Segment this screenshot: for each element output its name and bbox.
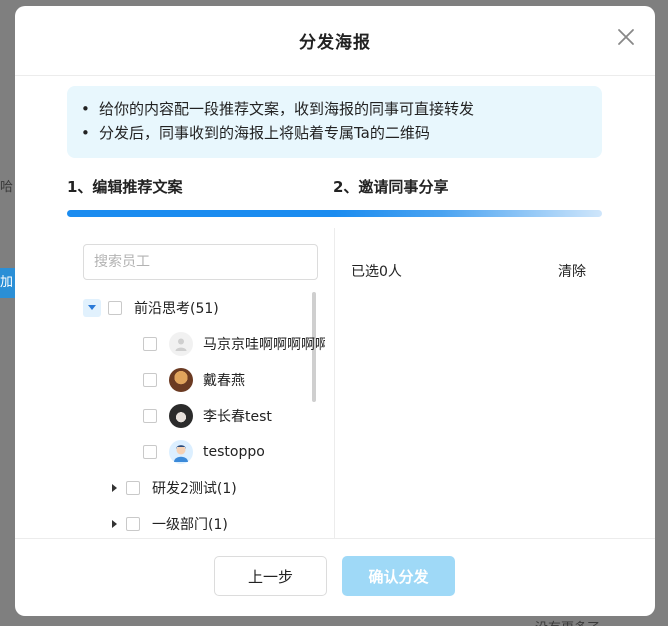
step-2-label: 2、邀请同事分享	[333, 178, 449, 196]
dept-checkbox[interactable]	[126, 517, 140, 531]
prev-step-button[interactable]: 上一步	[214, 556, 327, 596]
tree-dept-root[interactable]: 前沿思考(51)	[83, 296, 219, 320]
modal-header: 分发海报	[15, 6, 655, 76]
member-checkbox[interactable]	[143, 409, 157, 423]
tips-box: • 给你的内容配一段推荐文案，收到海报的同事可直接转发 • 分发后，同事收到的海报上…	[67, 86, 602, 158]
modal-title: 分发海报	[299, 33, 371, 53]
tree-member[interactable]: testoppo	[143, 440, 265, 464]
step-1-label: 1、编辑推荐文案	[67, 178, 183, 196]
caret-right-icon[interactable]	[105, 479, 123, 497]
selected-panel: 已选0人 清除	[335, 228, 602, 538]
dept-checkbox[interactable]	[126, 481, 140, 495]
member-checkbox[interactable]	[143, 445, 157, 459]
tree-member[interactable]: 马京京哇啊啊啊啊啊	[143, 332, 325, 356]
tip-item: • 给你的内容配一段推荐文案，收到海报的同事可直接转发	[81, 100, 475, 118]
distribute-poster-modal: 分发海报 • 给你的内容配一段推荐文案，收到海报的同事可直接转发 • 分发后，同事收…	[15, 6, 655, 616]
bg-fragment-text: 哈	[0, 180, 14, 195]
tree-member[interactable]: 戴春燕	[143, 368, 245, 392]
close-icon	[618, 29, 634, 45]
avatar	[169, 368, 193, 392]
dept-label: 前沿思考(51)	[134, 301, 219, 317]
clear-button[interactable]: 清除	[558, 261, 586, 281]
member-checkbox[interactable]	[143, 337, 157, 351]
tree-dept[interactable]: 一级部门(1)	[105, 512, 228, 536]
search-employee-input[interactable]	[83, 244, 318, 280]
modal-footer: 上一步 确认分发	[15, 538, 655, 616]
tip-item: • 分发后，同事收到的海报上将贴着专属Ta的二维码	[81, 124, 430, 142]
step-progress-bar	[67, 210, 602, 217]
tree-dept[interactable]: 研发2测试(1)	[105, 476, 237, 500]
member-name: 戴春燕	[203, 373, 245, 389]
caret-down-icon[interactable]	[83, 299, 101, 317]
dept-checkbox[interactable]	[108, 301, 122, 315]
tree-member[interactable]: 李长春test	[143, 404, 272, 428]
dept-label: 一级部门(1)	[152, 517, 228, 533]
member-name: testoppo	[203, 444, 265, 460]
avatar	[169, 440, 193, 464]
bg-fragment-button: 加	[0, 268, 16, 298]
selected-count: 已选0人	[351, 264, 402, 280]
bg-fragment-bottom: 没有更多了	[535, 617, 600, 626]
member-checkbox[interactable]	[143, 373, 157, 387]
close-button[interactable]	[615, 26, 637, 48]
dept-label: 研发2测试(1)	[152, 481, 237, 497]
caret-right-icon[interactable]	[105, 515, 123, 533]
member-name: 李长春test	[203, 409, 272, 425]
employee-tree-panel: 前沿思考(51) 马京京哇啊啊啊啊啊 戴春燕 李长春test testoppo	[67, 228, 334, 538]
confirm-distribute-button[interactable]: 确认分发	[342, 556, 455, 596]
step-indicator: 1、编辑推荐文案 2、邀请同事分享	[67, 176, 602, 217]
member-name: 马京京哇啊啊啊啊啊	[203, 337, 325, 353]
avatar	[169, 404, 193, 428]
default-avatar-icon	[169, 332, 193, 356]
